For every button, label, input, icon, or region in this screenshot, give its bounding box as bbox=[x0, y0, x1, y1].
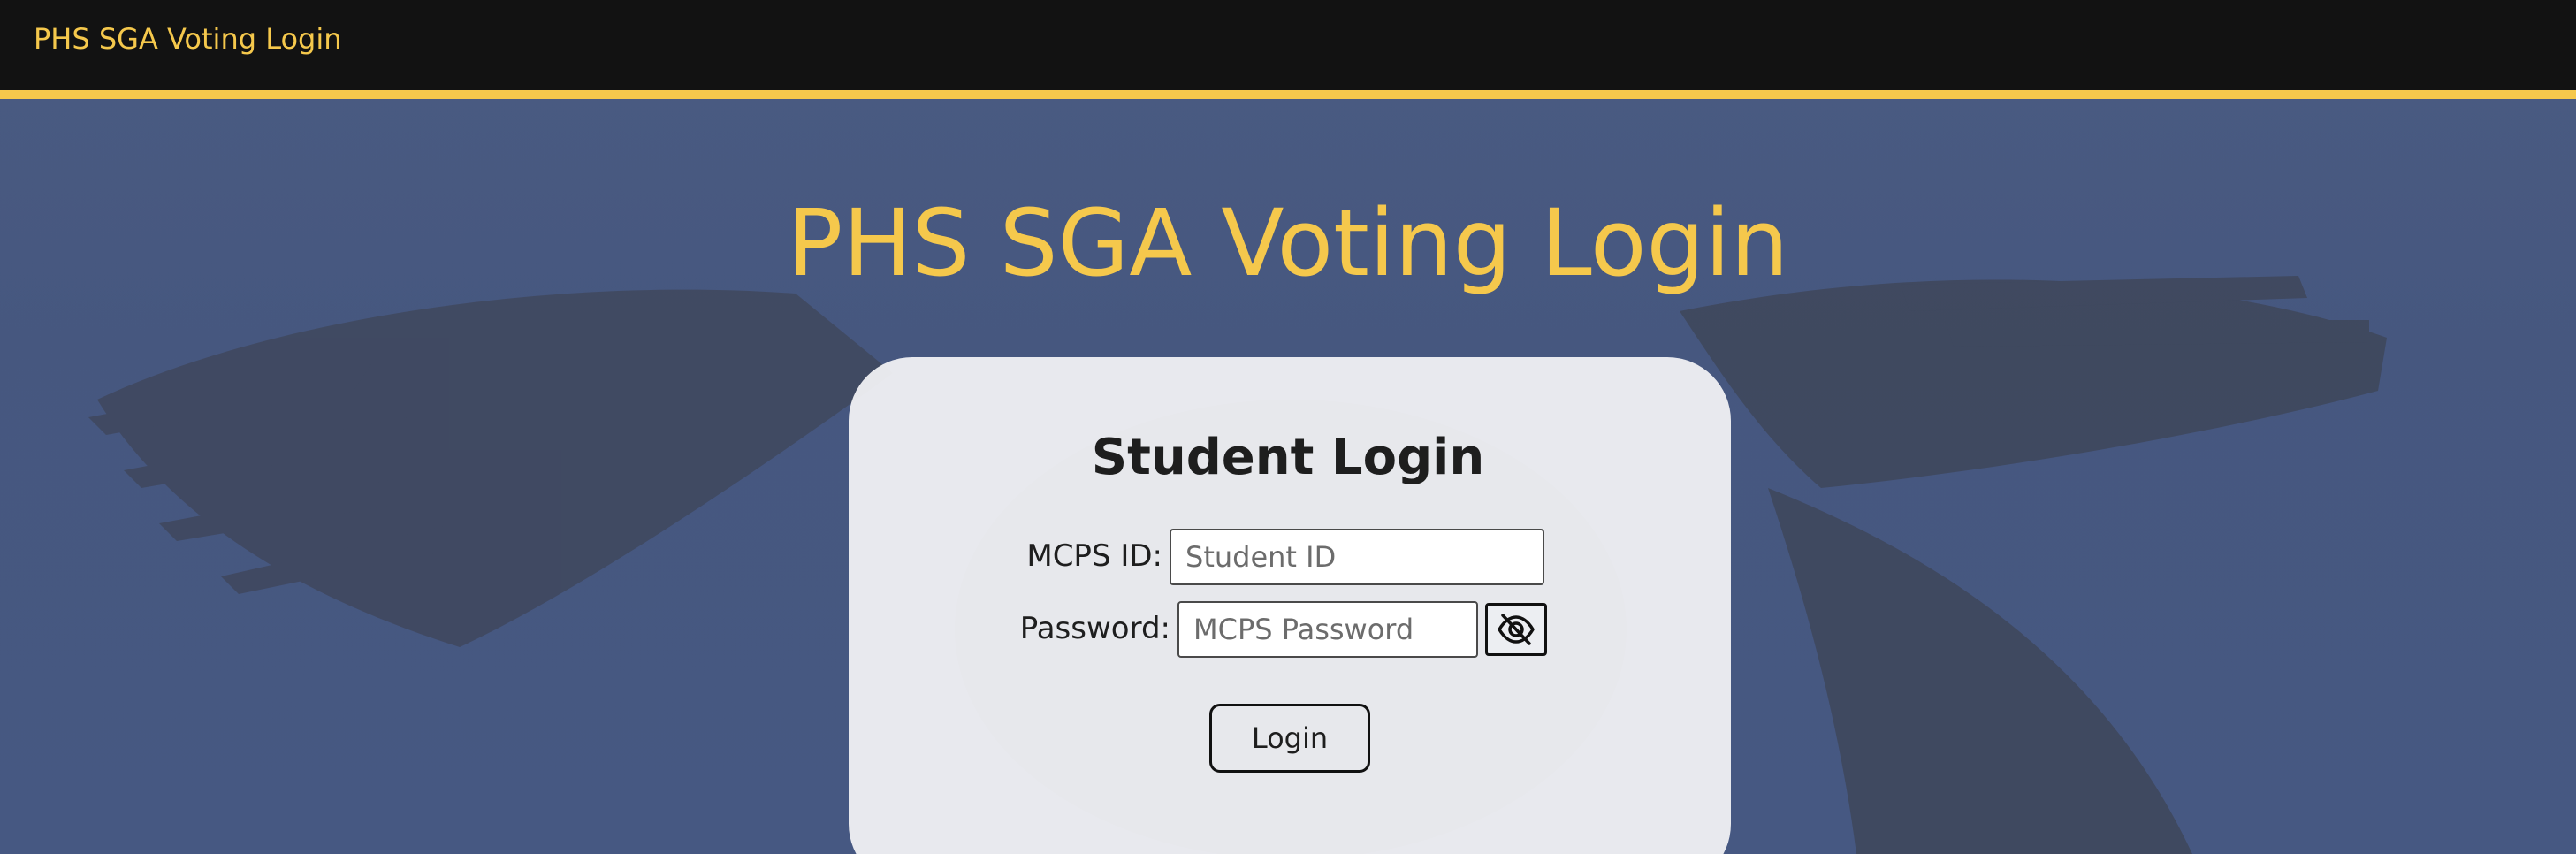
mcps-id-label: MCPS ID: bbox=[1026, 538, 1162, 574]
toggle-password-visibility-button[interactable] bbox=[1485, 603, 1547, 656]
login-button[interactable]: Login bbox=[1209, 704, 1370, 773]
page-title: PHS SGA Voting Login bbox=[787, 189, 1789, 297]
brand-link[interactable]: PHS SGA Voting Login bbox=[34, 19, 342, 58]
eye-slash-icon bbox=[1498, 614, 1535, 645]
password-input[interactable] bbox=[1177, 601, 1478, 658]
password-label: Password: bbox=[1019, 611, 1170, 646]
student-id-input[interactable] bbox=[1170, 529, 1544, 585]
top-navbar: PHS SGA Voting Login bbox=[0, 0, 2576, 99]
login-card-title: Student Login bbox=[1091, 429, 1485, 486]
